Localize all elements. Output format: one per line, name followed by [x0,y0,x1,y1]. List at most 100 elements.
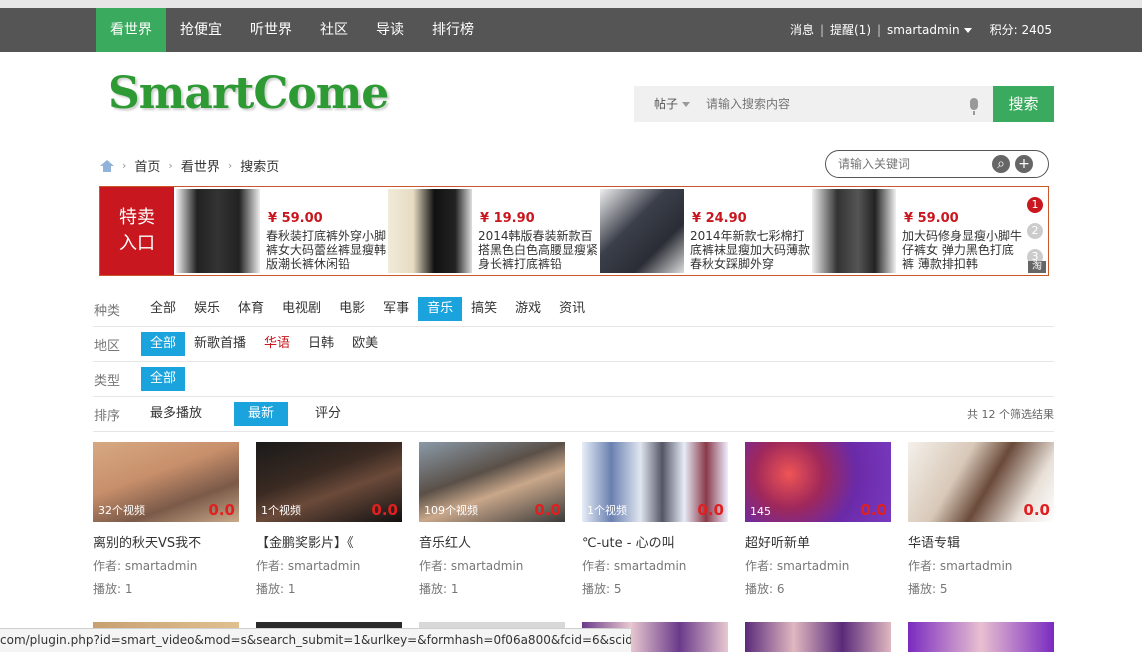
video-thumbnail-partial[interactable] [745,622,891,652]
sort-option[interactable]: 最多播放 [141,402,234,426]
product-desc: 春秋装打底裤外穿小脚裤女大码蕾丝裤显瘦韩版潮长裤休闲铅 [266,229,387,271]
nav-look-world[interactable]: 看世界 [96,8,166,52]
video-count: 109个视频 [424,504,478,517]
site-logo[interactable]: SmartCome [108,68,389,119]
video-card[interactable]: 32个视频 0.0 离别的秋天VS我不 作者: smartadmin 播放: 1 [93,442,239,597]
video-title[interactable]: 【金鹏奖影片】《 [256,532,402,551]
filter-option-active[interactable]: 全部 [141,367,186,391]
filter-option[interactable]: 娱乐 [185,297,229,321]
keyword-input[interactable] [838,155,988,173]
top-navbar: 看世界 抢便宜 听世界 社区 导读 排行榜 消息 | 提醒(1) | smart… [0,0,1142,52]
video-card[interactable]: 145 0.0 超好听新单 作者: smartadmin 播放: 6 [745,442,891,597]
sale-label-line1: 特卖 [119,207,155,228]
filter-option[interactable]: 新歌首播 [185,332,255,356]
filter-option[interactable]: 日韩 [299,332,343,356]
video-author: 作者: smartadmin [745,559,850,573]
product-desc: 2014韩版春装新款百搭黑色白色高腰显瘦紧身长裤打底裤铅 [478,229,599,271]
video-plays: 播放: 1 [256,582,296,596]
filter-option-active[interactable]: 音乐 [418,297,463,321]
filter-row-category: 种类 全部 娱乐 体育 电视剧 电影 军事 音乐 搞笑 游戏 资讯 [93,292,1054,327]
video-plays: 播放: 1 [419,582,459,596]
filter-option[interactable]: 游戏 [506,297,550,321]
nav-guide[interactable]: 导读 [362,8,418,52]
video-thumbnail-partial[interactable] [908,622,1054,652]
user-area: 消息 | 提醒(1) | smartadmin 积分: 2405 [790,8,1052,52]
filter-option[interactable]: 资讯 [550,297,594,321]
nav-community[interactable]: 社区 [306,8,362,52]
search-category-select[interactable]: 帖子 [654,86,691,122]
home-icon[interactable] [100,159,114,172]
promo-item[interactable]: ¥ 59.00 春秋装打底裤外穿小脚裤女大码蕾丝裤显瘦韩版潮长裤休闲铅 [174,187,386,275]
search-button[interactable]: 搜索 [993,86,1054,122]
sale-label-line2: 入口 [119,233,155,254]
search-input[interactable] [706,92,956,116]
sale-entry[interactable]: 特卖 入口 [100,187,174,275]
filter-label: 地区 [94,338,121,354]
breadcrumb-home[interactable]: 首页 [134,156,160,175]
promo-item[interactable]: ¥ 24.90 2014年新款七彩棉打底裤袜显瘦加大码薄款春秋女踩脚外穿 [598,187,810,275]
video-title[interactable]: ℃-ute - 心の叫 [582,532,728,551]
separator-icon: › [227,159,233,172]
product-price: ¥ 19.90 [480,211,535,226]
product-desc: 2014年新款七彩棉打底裤袜显瘦加大码薄款春秋女踩脚外穿 [690,229,811,271]
video-rating: 0.0 [534,501,561,519]
promo-item[interactable]: ¥ 19.90 2014韩版春装新款百搭黑色白色高腰显瘦紧身长裤打底裤铅 [386,187,598,275]
video-card[interactable]: 0.0 华语专辑 作者: smartadmin 播放: 5 [908,442,1054,597]
nav-listen-world[interactable]: 听世界 [236,8,306,52]
video-title[interactable]: 离别的秋天VS我不 [93,532,239,551]
nav-bargain[interactable]: 抢便宜 [166,8,236,52]
video-thumbnail[interactable]: 1个视频 0.0 [256,442,402,522]
video-rating: 0.0 [371,501,398,519]
product-image [176,189,260,273]
carousel-dot[interactable]: 2 [1027,223,1043,239]
search-icon[interactable]: ⌕ [992,155,1010,173]
sort-option-active[interactable]: 最新 [234,402,289,426]
carousel-dot[interactable]: 1 [1027,197,1043,213]
filter-option[interactable]: 体育 [229,297,273,321]
filter-option-active[interactable]: 全部 [141,332,186,356]
video-rating: 0.0 [208,501,235,519]
divider: | [877,23,882,37]
video-thumbnail[interactable]: 109个视频 0.0 [419,442,565,522]
video-thumbnail[interactable]: 32个视频 0.0 [93,442,239,522]
microphone-icon[interactable] [970,98,978,115]
video-thumbnail[interactable]: 145 0.0 [745,442,891,522]
video-title[interactable]: 超好听新单 [745,532,891,551]
filter-option[interactable]: 电影 [330,297,374,321]
video-plays: 播放: 6 [745,582,785,596]
nav-ranking[interactable]: 排行榜 [418,8,488,52]
product-desc: 加大码修身显瘦小脚牛仔裤女 弹力黑色打底裤 薄款排扣韩 [902,229,1023,271]
messages-link[interactable]: 消息 [790,8,814,52]
sort-option[interactable]: 评分 [306,402,350,426]
breadcrumb-look-world[interactable]: 看世界 [181,156,220,175]
product-price: ¥ 59.00 [904,211,959,226]
username: smartadmin [887,23,960,37]
video-card[interactable]: 109个视频 0.0 音乐红人 作者: smartadmin 播放: 1 [419,442,565,597]
promo-item[interactable]: ¥ 59.00 加大码修身显瘦小脚牛仔裤女 弹力黑色打底裤 薄款排扣韩 [810,187,1022,275]
reminder-link[interactable]: 提醒(1) [830,8,871,52]
filter-option[interactable]: 华语 [255,332,299,356]
filter-option[interactable]: 全部 [141,297,185,321]
filter-row-type: 类型 全部 [93,362,1054,397]
video-card[interactable]: 1个视频 0.0 【金鹏奖影片】《 作者: smartadmin 播放: 1 [256,442,402,597]
product-image [388,189,472,273]
video-author: 作者: smartadmin [582,559,687,573]
video-thumbnail[interactable]: 0.0 [908,442,1054,522]
filter-row-sort: 排序 最多播放 最新 评分 共 12 个筛选结果 [93,397,1054,432]
video-author: 作者: smartadmin [256,559,361,573]
chevron-down-icon [963,28,972,33]
user-menu[interactable]: smartadmin [887,8,972,52]
video-count: 145 [750,505,771,518]
filter-option[interactable]: 电视剧 [273,297,330,321]
video-thumbnail[interactable]: 1个视频 0.0 [582,442,728,522]
video-author: 作者: smartadmin [93,559,198,573]
video-card[interactable]: 1个视频 0.0 ℃-ute - 心の叫 作者: smartadmin 播放: … [582,442,728,597]
separator-icon: › [122,159,127,172]
filter-option[interactable]: 军事 [374,297,418,321]
filter-option[interactable]: 搞笑 [462,297,506,321]
video-title[interactable]: 音乐红人 [419,532,565,551]
add-icon[interactable]: + [1015,155,1033,173]
video-title[interactable]: 华语专辑 [908,532,1054,551]
video-rating: 0.0 [1023,501,1050,519]
filter-option[interactable]: 欧美 [343,332,387,356]
